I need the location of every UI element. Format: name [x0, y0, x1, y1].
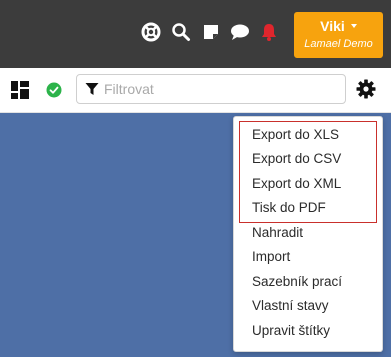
menu-item-export-xls[interactable]: Export do XLS — [252, 125, 339, 145]
dashboard-grid-icon[interactable] — [10, 80, 30, 100]
search-icon[interactable] — [170, 21, 192, 43]
lifebuoy-icon[interactable] — [140, 21, 162, 43]
caret-down-icon — [350, 24, 357, 28]
menu-item-print-pdf[interactable]: Tisk do PDF — [252, 198, 326, 218]
settings-dropdown-menu: Export do XLS Export do CSV Export do XM… — [233, 116, 383, 352]
note-icon[interactable] — [200, 21, 222, 43]
menu-item-replace[interactable]: Nahradit — [252, 223, 303, 243]
user-company: Lamael Demo — [304, 38, 373, 50]
menu-item-price-list[interactable]: Sazebník prací — [252, 272, 342, 292]
toolbar — [0, 68, 391, 113]
top-navigation-bar: Viki Lamael Demo — [0, 0, 391, 68]
menu-item-import[interactable]: Import — [252, 247, 290, 267]
filter-field[interactable] — [76, 74, 346, 104]
menu-item-export-xml[interactable]: Export do XML — [252, 174, 341, 194]
user-menu-button[interactable]: Viki Lamael Demo — [294, 12, 383, 58]
menu-item-export-csv[interactable]: Export do CSV — [252, 149, 341, 169]
bell-icon[interactable] — [258, 21, 280, 43]
filter-funnel-icon — [85, 82, 99, 96]
chat-icon[interactable] — [229, 21, 251, 43]
gear-icon[interactable] — [356, 79, 376, 99]
filter-input[interactable] — [104, 79, 339, 99]
menu-item-edit-tags[interactable]: Upravit štítky — [252, 321, 330, 341]
status-check-icon — [46, 82, 62, 98]
user-name: Viki — [294, 18, 383, 34]
menu-item-custom-states[interactable]: Vlastní stavy — [252, 296, 329, 316]
